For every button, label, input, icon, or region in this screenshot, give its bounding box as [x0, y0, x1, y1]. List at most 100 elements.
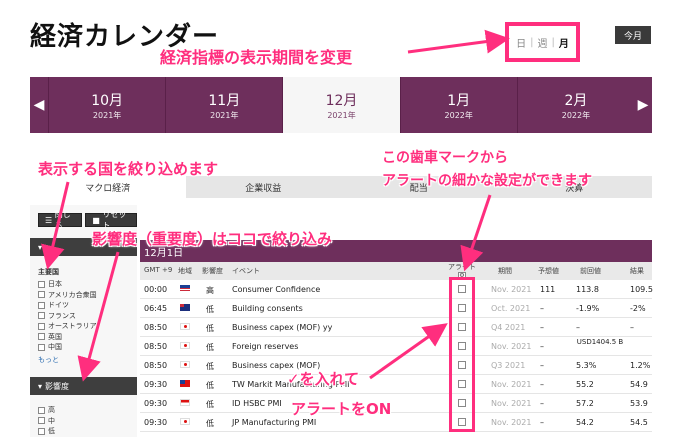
country-item[interactable]: 英国: [38, 332, 97, 343]
month-tab-oct[interactable]: 10月 2021年: [48, 77, 165, 133]
country-item[interactable]: 中国: [38, 342, 97, 353]
cell-previous: 54.2: [576, 418, 594, 427]
flag-jp-icon: [180, 342, 190, 349]
tab-macro[interactable]: マクロ経済: [30, 176, 186, 198]
country-item[interactable]: アメリカ合衆国: [38, 290, 97, 301]
month-label: 10月: [91, 92, 124, 109]
importance-label: 高: [48, 406, 55, 415]
period-day-button[interactable]: 日: [516, 35, 526, 50]
caret-down-icon: ▾: [38, 242, 43, 252]
country-label: 英国: [48, 332, 62, 341]
month-label: 1月: [447, 92, 471, 109]
year-label: 2021年: [327, 110, 356, 120]
checkbox[interactable]: [38, 406, 45, 414]
month-nav: ◀ 10月 2021年 11月 2021年 12月 2021年 1月 2022年…: [30, 77, 652, 133]
period-week-button[interactable]: 週: [538, 35, 548, 50]
more-countries-link[interactable]: もっと: [38, 355, 97, 365]
checkbox[interactable]: [38, 312, 45, 320]
period-month-button[interactable]: 月: [559, 35, 569, 50]
annotation-gear-1: この歯車マークから: [382, 150, 508, 166]
annotation-check-1: ✓を入れて: [287, 370, 360, 388]
importance-label: 中: [48, 416, 55, 425]
country-item[interactable]: オーストラリア: [38, 321, 97, 332]
checkbox[interactable]: [38, 280, 45, 288]
cell-importance: 低: [206, 362, 214, 371]
cell-previous: 57.2: [576, 399, 594, 408]
year-label: 2022年: [444, 110, 473, 120]
checkbox[interactable]: [38, 301, 45, 309]
checkbox[interactable]: [38, 343, 45, 351]
cell-forecast: –: [540, 399, 544, 408]
cell-importance: 高: [206, 286, 214, 295]
cell-forecast: –: [540, 304, 544, 313]
cell-actual: 1.2%: [630, 361, 651, 370]
cell-actual: 109.5: [630, 285, 653, 294]
chevron-right-icon[interactable]: ▶: [634, 77, 652, 133]
importance-item[interactable]: 中: [38, 416, 55, 427]
country-list: 主要国 日本 アメリカ合衆国 ドイツ フランス オーストラリア 英国 中国 もっ…: [38, 267, 97, 365]
reset-filter-button[interactable]: ■ リセット: [85, 210, 137, 230]
economic-calendar-page: 経済カレンダー 日 | 週 | 月 今月 ◀ 10月 2021年 11月 202…: [0, 0, 680, 437]
country-label: 日本: [48, 280, 62, 289]
this-month-button[interactable]: 今月: [615, 26, 651, 44]
cell-period: Q3 2021: [491, 361, 526, 370]
checkbox[interactable]: [38, 291, 45, 299]
chevron-left-icon[interactable]: ◀: [30, 77, 48, 133]
table-row: 09:30 低 ID HSBC PMI Nov. 2021– 57.2 53.9: [140, 394, 652, 413]
year-label: 2021年: [92, 110, 122, 120]
table-row: 09:30 低 TW Markit Manufacturing PMI Nov. 20…: [140, 375, 652, 394]
cell-importance: 低: [206, 381, 214, 390]
cell-event: Business capex (MOF) yy: [232, 323, 333, 332]
country-item[interactable]: ドイツ: [38, 300, 97, 311]
cell-importance: 低: [206, 419, 214, 428]
month-tab-feb[interactable]: 2月 2022年: [516, 77, 634, 133]
cell-period: Nov. 2021: [491, 418, 532, 427]
col-importance: 影響度: [202, 267, 223, 275]
importance-item[interactable]: 低: [38, 426, 55, 437]
tab-earnings[interactable]: 企業収益: [186, 176, 342, 198]
annotation-check-2: アラートをON: [291, 400, 392, 418]
month-tab-dec[interactable]: 12月 2021年: [282, 77, 400, 133]
close-label: 閉じる: [54, 210, 71, 230]
importance-filter-header[interactable]: ▾ 影響度: [30, 377, 137, 395]
country-item[interactable]: フランス: [38, 311, 97, 322]
cell-event: Consumer Confidence: [232, 285, 321, 294]
importance-header-label: 影響度: [45, 381, 70, 391]
month-label: 12月: [325, 92, 358, 109]
table-row: 08:50 低 Business capex (MOF) yy Q4 2021 – – –: [140, 318, 652, 337]
cell-actual: 53.9: [630, 399, 648, 408]
importance-item[interactable]: 高: [38, 405, 55, 416]
country-item[interactable]: 日本: [38, 279, 97, 290]
cell-time: 09:30: [144, 380, 168, 389]
close-filter-button[interactable]: ☰ 閉じる: [38, 210, 83, 230]
annotation-country: 表示する国を絞り込めます: [38, 160, 219, 178]
cell-previous: 5.3%: [576, 361, 597, 370]
checkbox[interactable]: [38, 322, 45, 330]
importance-list: 高 中 低: [38, 405, 55, 437]
cell-time: 08:50: [144, 342, 168, 351]
importance-label: 低: [48, 427, 55, 436]
month-tab-jan[interactable]: 1月 2022年: [399, 77, 517, 133]
cell-actual: 54.5: [630, 418, 648, 427]
checkbox[interactable]: [38, 333, 45, 341]
country-group-label: 主要国: [38, 268, 59, 276]
month-tab-nov[interactable]: 11月 2021年: [165, 77, 282, 133]
flag-us-icon: [180, 285, 190, 292]
flag-jp-icon: [180, 418, 190, 425]
cell-forecast: –: [540, 380, 544, 389]
cell-time: 09:30: [144, 399, 168, 408]
reset-icon: ■: [92, 215, 103, 225]
country-label: アメリカ合衆国: [48, 290, 97, 299]
checkbox[interactable]: [38, 417, 45, 425]
country-label: フランス: [48, 311, 76, 320]
annotation-importance: 影響度（重要度）はココで絞り込み: [92, 230, 333, 248]
period-separator: |: [530, 36, 534, 48]
checkbox[interactable]: [38, 427, 45, 435]
month-label: 2月: [564, 92, 588, 109]
country-label: 中国: [48, 343, 62, 352]
cell-time: 00:00: [144, 285, 168, 294]
cell-actual: -2%: [630, 304, 646, 313]
cell-time: 08:50: [144, 361, 168, 370]
cell-forecast: –: [540, 418, 544, 427]
cell-period: Q4 2021: [491, 323, 526, 332]
